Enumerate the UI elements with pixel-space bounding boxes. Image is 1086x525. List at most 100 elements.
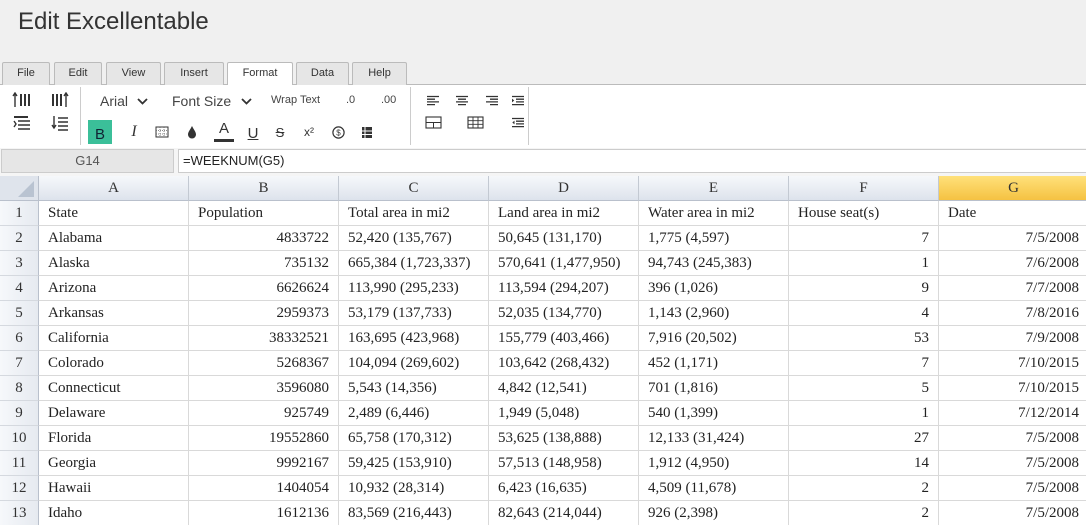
cell-d8[interactable]: 4,842 (12,541): [489, 376, 639, 401]
cell-d10[interactable]: 53,625 (138,888): [489, 426, 639, 451]
outdent-icon[interactable]: [509, 114, 527, 130]
cell-b13[interactable]: 1612136: [189, 501, 339, 525]
row-header-11[interactable]: 11: [0, 451, 39, 476]
cell-c8[interactable]: 5,543 (14,356): [339, 376, 489, 401]
delete-row-icon[interactable]: [49, 114, 71, 132]
cell-e2[interactable]: 1,775 (4,597): [639, 226, 789, 251]
column-header-g[interactable]: G: [939, 176, 1086, 201]
cell-f8[interactable]: 5: [789, 376, 939, 401]
cell-d4[interactable]: 113,594 (294,207): [489, 276, 639, 301]
cell-g8[interactable]: 7/10/2015: [939, 376, 1086, 401]
column-header-d[interactable]: D: [489, 176, 639, 201]
borders-icon[interactable]: [154, 124, 170, 140]
strikethrough-button[interactable]: S: [272, 123, 288, 141]
cell-b9[interactable]: 925749: [189, 401, 339, 426]
underline-button[interactable]: U: [245, 123, 261, 143]
cell-a12[interactable]: Hawaii: [39, 476, 189, 501]
row-header-8[interactable]: 8: [0, 376, 39, 401]
cell-g1[interactable]: Date: [939, 201, 1086, 226]
cell-a10[interactable]: Florida: [39, 426, 189, 451]
cell-e12[interactable]: 4,509 (11,678): [639, 476, 789, 501]
cell-b6[interactable]: 38332521: [189, 326, 339, 351]
select-all-corner[interactable]: [0, 176, 39, 201]
italic-button[interactable]: I: [126, 123, 142, 141]
fill-color-icon[interactable]: [184, 123, 200, 141]
cell-b1[interactable]: Population: [189, 201, 339, 226]
font-name-select[interactable]: Arial: [100, 92, 148, 110]
cell-d9[interactable]: 1,949 (5,048): [489, 401, 639, 426]
cell-c1[interactable]: Total area in mi2: [339, 201, 489, 226]
row-header-3[interactable]: 3: [0, 251, 39, 276]
formula-input[interactable]: =WEEKNUM(G5): [178, 149, 1086, 173]
tab-edit[interactable]: Edit: [54, 62, 102, 85]
cell-a2[interactable]: Alabama: [39, 226, 189, 251]
cell-b5[interactable]: 2959373: [189, 301, 339, 326]
font-color-button[interactable]: A: [213, 118, 235, 144]
cell-a8[interactable]: Connecticut: [39, 376, 189, 401]
indent-icon[interactable]: [509, 93, 527, 107]
cell-b12[interactable]: 1404054: [189, 476, 339, 501]
column-header-e[interactable]: E: [639, 176, 789, 201]
column-header-f[interactable]: F: [789, 176, 939, 201]
cell-a4[interactable]: Arizona: [39, 276, 189, 301]
increase-decimal-button[interactable]: .00: [381, 94, 396, 106]
cell-e8[interactable]: 701 (1,816): [639, 376, 789, 401]
tab-help[interactable]: Help: [352, 62, 407, 85]
cell-d12[interactable]: 6,423 (16,635): [489, 476, 639, 501]
cell-f12[interactable]: 2: [789, 476, 939, 501]
cell-f7[interactable]: 7: [789, 351, 939, 376]
cell-f11[interactable]: 14: [789, 451, 939, 476]
cell-c6[interactable]: 163,695 (423,968): [339, 326, 489, 351]
tab-view[interactable]: View: [106, 62, 161, 85]
row-header-9[interactable]: 9: [0, 401, 39, 426]
cell-a5[interactable]: Arkansas: [39, 301, 189, 326]
row-header-1[interactable]: 1: [0, 201, 39, 226]
cell-a11[interactable]: Georgia: [39, 451, 189, 476]
cell-a13[interactable]: Idaho: [39, 501, 189, 525]
cell-g7[interactable]: 7/10/2015: [939, 351, 1086, 376]
insert-row-above-icon[interactable]: [11, 91, 33, 109]
cell-d5[interactable]: 52,035 (134,770): [489, 301, 639, 326]
cell-d6[interactable]: 155,779 (403,466): [489, 326, 639, 351]
cell-d2[interactable]: 50,645 (131,170): [489, 226, 639, 251]
cell-g2[interactable]: 7/5/2008: [939, 226, 1086, 251]
format-painter-icon[interactable]: [359, 124, 375, 140]
insert-row-below-icon[interactable]: [11, 114, 33, 132]
cell-d7[interactable]: 103,642 (268,432): [489, 351, 639, 376]
cell-c5[interactable]: 53,179 (137,733): [339, 301, 489, 326]
cell-g10[interactable]: 7/5/2008: [939, 426, 1086, 451]
cell-b4[interactable]: 6626624: [189, 276, 339, 301]
cell-d11[interactable]: 57,513 (148,958): [489, 451, 639, 476]
cell-e4[interactable]: 396 (1,026): [639, 276, 789, 301]
cell-g11[interactable]: 7/5/2008: [939, 451, 1086, 476]
currency-icon[interactable]: $: [330, 124, 346, 140]
decrease-decimal-button[interactable]: .0: [346, 94, 355, 106]
cell-f10[interactable]: 27: [789, 426, 939, 451]
cell-e6[interactable]: 7,916 (20,502): [639, 326, 789, 351]
cell-e3[interactable]: 94,743 (245,383): [639, 251, 789, 276]
cell-f1[interactable]: House seat(s): [789, 201, 939, 226]
merge-cells-icon[interactable]: [423, 114, 443, 130]
row-header-10[interactable]: 10: [0, 426, 39, 451]
cell-b2[interactable]: 4833722: [189, 226, 339, 251]
tab-data[interactable]: Data: [296, 62, 349, 85]
cell-c9[interactable]: 2,489 (6,446): [339, 401, 489, 426]
row-header-5[interactable]: 5: [0, 301, 39, 326]
row-header-4[interactable]: 4: [0, 276, 39, 301]
cell-g9[interactable]: 7/12/2014: [939, 401, 1086, 426]
cell-a7[interactable]: Colorado: [39, 351, 189, 376]
cell-g4[interactable]: 7/7/2008: [939, 276, 1086, 301]
cell-e11[interactable]: 1,912 (4,950): [639, 451, 789, 476]
cell-d3[interactable]: 570,641 (1,477,950): [489, 251, 639, 276]
font-size-select[interactable]: Font Size: [172, 92, 252, 110]
cell-a9[interactable]: Delaware: [39, 401, 189, 426]
cell-c4[interactable]: 113,990 (295,233): [339, 276, 489, 301]
superscript-button[interactable]: x²: [300, 123, 318, 141]
cell-f2[interactable]: 7: [789, 226, 939, 251]
cell-e13[interactable]: 926 (2,398): [639, 501, 789, 525]
cell-f6[interactable]: 53: [789, 326, 939, 351]
cell-b8[interactable]: 3596080: [189, 376, 339, 401]
cell-a1[interactable]: State: [39, 201, 189, 226]
cell-b7[interactable]: 5268367: [189, 351, 339, 376]
cell-b3[interactable]: 735132: [189, 251, 339, 276]
